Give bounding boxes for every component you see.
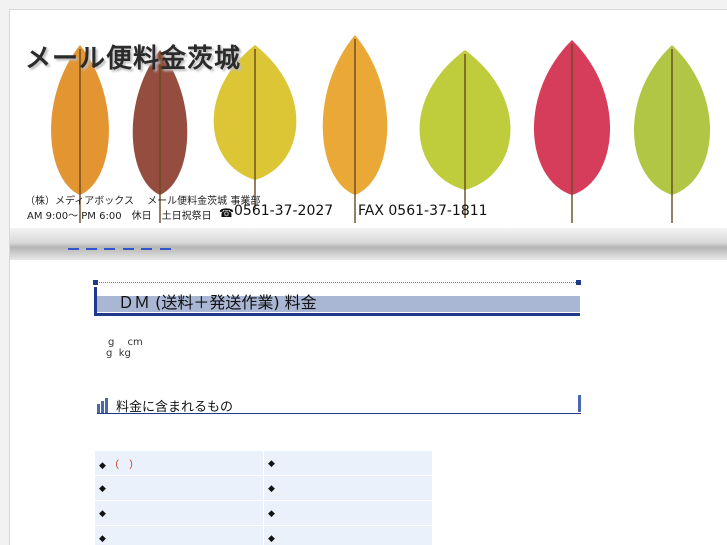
cell-text: （ ） (109, 459, 140, 471)
table-cell: ◆ (95, 526, 263, 545)
bullet-icon: ◆ (268, 458, 275, 469)
navigation-bar (10, 228, 727, 260)
page-title: ＤＭ (送料＋発送作業) 料金 (118, 293, 317, 312)
table-cell: ◆ (95, 501, 263, 525)
table-cell: ◆ (264, 501, 432, 525)
fax-number: FAX 0561-37-1811 (358, 203, 488, 219)
site-title: メール便料金茨城 (25, 44, 242, 74)
table-row: ◆ ◆ (95, 526, 432, 545)
company-name: （株）メディアボックス メール便料金茨城 事業部 (25, 196, 261, 207)
bullet-icon: ◆ (268, 508, 275, 519)
nav-link-5[interactable] (141, 240, 152, 250)
size-note: g cm (108, 337, 143, 348)
table-row: ◆ ◆ (95, 501, 432, 525)
heading-dot-right (576, 280, 581, 285)
nav-link-6[interactable] (160, 240, 171, 250)
heading-left-bar (94, 287, 97, 315)
table-cell: ◆ (264, 526, 432, 545)
nav-link-3[interactable] (104, 240, 115, 250)
bullet-icon: ◆ (99, 508, 106, 519)
nav-link-1[interactable] (68, 240, 79, 250)
table-row: ◆ ◆ (95, 476, 432, 500)
table-cell: ◆ (264, 451, 432, 475)
heading-dot-left (93, 280, 98, 285)
phone-icon: ☎ (219, 206, 234, 220)
page: メール便料金茨城 （株）メディアボックス メール便料金茨城 事業部 AM 9:0… (9, 9, 727, 545)
bullet-icon: ◆ (99, 533, 106, 544)
bullet-icon: ◆ (99, 483, 106, 494)
section-heading-text: 料金に含まれるもの (116, 400, 234, 415)
table-row: ◆ （ ） ◆ (95, 451, 432, 475)
header-banner: メール便料金茨城 （株）メディアボックス メール便料金茨城 事業部 AM 9:0… (10, 10, 727, 228)
table-cell: ◆ (264, 476, 432, 500)
page-title-heading: ＤＭ (送料＋発送作業) 料金 (93, 280, 581, 316)
bullet-icon: ◆ (99, 460, 106, 471)
included-items-table: ◆ （ ） ◆ ◆ ◆ ◆ ◆ ◆ ◆ (94, 450, 433, 545)
table-cell: ◆ （ ） (95, 451, 263, 475)
heading-bars-icon (97, 398, 108, 413)
nav-link-2[interactable] (86, 240, 97, 250)
telephone-number: 0561-37-2027 (234, 203, 334, 219)
bullet-icon: ◆ (268, 483, 275, 494)
section-heading-right-bar (578, 395, 581, 412)
bullet-icon: ◆ (268, 533, 275, 544)
business-hours: AM 9:00～ PM 6:00 休日 土日祝祭日 (27, 211, 212, 222)
section-heading: 料金に含まれるもの (97, 395, 581, 415)
nav-link-4[interactable] (123, 240, 134, 250)
weight-note: g kg (106, 348, 131, 359)
table-cell: ◆ (95, 476, 263, 500)
